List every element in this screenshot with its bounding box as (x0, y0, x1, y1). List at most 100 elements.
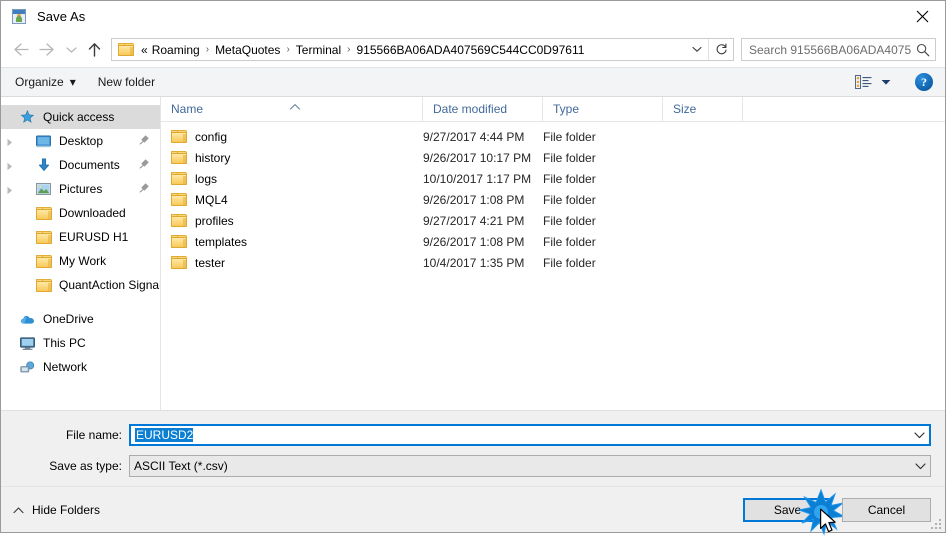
folder-icon (35, 205, 52, 221)
breadcrumb-item-1[interactable]: MetaQuotes (212, 43, 283, 57)
expander-icon[interactable] (6, 136, 16, 147)
file-name-label: history (195, 150, 231, 165)
breadcrumb-item-2[interactable]: Terminal (293, 43, 344, 57)
file-name-cell: MQL4 (161, 193, 423, 207)
save-as-type-dropdown-button[interactable] (910, 462, 930, 470)
hide-folders-button[interactable]: Hide Folders (13, 503, 100, 517)
sidebar-item-label: This PC (43, 336, 86, 350)
desktop-monitor-icon (35, 133, 52, 149)
search-box[interactable]: Search 915566BA06ADA40756... (741, 38, 936, 61)
new-folder-button[interactable]: New folder (98, 75, 155, 89)
sidebar-item-label: Pictures (59, 182, 103, 196)
table-row[interactable]: tester 10/4/2017 1:35 PM File folder (161, 252, 945, 273)
table-row[interactable]: logs 10/10/2017 1:17 PM File folder (161, 168, 945, 189)
file-name-label: tester (195, 255, 226, 270)
pin-icon[interactable] (139, 134, 150, 148)
file-type-cell: File folder (543, 150, 596, 165)
column-header-label: Name (171, 101, 204, 116)
sidebar-item-documents[interactable]: Documents (1, 153, 160, 177)
new-folder-label: New folder (97, 75, 156, 89)
back-button[interactable] (7, 37, 34, 63)
table-row[interactable]: history 9/26/2017 10:17 PM File folder (161, 147, 945, 168)
pin-icon[interactable] (139, 158, 150, 172)
documents-download-icon (35, 157, 52, 173)
organize-label: Organize (15, 75, 64, 89)
file-name-input[interactable]: EURUSD2 (129, 424, 931, 446)
save-as-type-label: Save as type: (49, 459, 122, 473)
folder-icon (171, 214, 187, 227)
sidebar-item-this-pc[interactable]: This PC (1, 331, 160, 355)
sidebar-item-eurusd-h1[interactable]: EURUSD H1 (1, 225, 160, 249)
file-date-cell: 9/27/2017 4:21 PM (423, 213, 525, 228)
column-header-name[interactable]: Name (161, 96, 423, 122)
file-name-dropdown-button[interactable] (909, 431, 929, 439)
search-input[interactable]: Search 915566BA06ADA40756... (742, 43, 911, 57)
address-dropdown-button[interactable] (686, 39, 708, 60)
sidebar-item-onedrive[interactable]: OneDrive (1, 307, 160, 331)
sidebar-item-label: Quick access (43, 110, 115, 124)
file-date-cell: 9/26/2017 1:08 PM (423, 192, 525, 207)
expander-icon[interactable] (6, 160, 16, 171)
refresh-button[interactable] (708, 39, 733, 60)
sidebar-item-quick-access[interactable]: Quick access (1, 105, 160, 129)
up-button[interactable] (81, 37, 108, 63)
forward-button[interactable] (34, 37, 61, 63)
save-button-label: Save (773, 502, 802, 517)
view-layout-icon[interactable] (853, 74, 873, 90)
network-icon (19, 359, 36, 375)
cancel-button[interactable]: Cancel (842, 497, 931, 522)
toolbar: Organize ▾ New folder ? (1, 67, 945, 97)
column-header-date-modified[interactable]: Date modified (423, 96, 543, 122)
breadcrumb: « Roaming › MetaQuotes › Terminal › 9155… (139, 43, 686, 57)
file-name-label: File name: (65, 428, 122, 442)
table-row[interactable]: templates 9/26/2017 1:08 PM File folder (161, 231, 945, 252)
breadcrumb-item-3[interactable]: 915566BA06ADA407569C544CC0D97611 (353, 43, 587, 57)
folder-icon (171, 256, 187, 269)
breadcrumb-overflow[interactable]: « (141, 43, 148, 57)
sidebar-item-my-work[interactable]: My Work (1, 249, 160, 273)
resize-grip[interactable] (929, 517, 941, 529)
file-date-cell: 10/4/2017 1:35 PM (423, 255, 525, 270)
this-pc-monitor-icon (19, 335, 36, 351)
file-type-cell: File folder (543, 192, 596, 207)
pin-icon[interactable] (139, 182, 150, 196)
sidebar-item-desktop[interactable]: Desktop (1, 129, 160, 153)
back-arrow-icon (14, 43, 29, 56)
file-type-cell: File folder (543, 171, 596, 186)
breadcrumb-item-0[interactable]: Roaming (149, 43, 203, 57)
sort-ascending-icon (289, 97, 301, 120)
sidebar-item-downloaded[interactable]: Downloaded (1, 201, 160, 225)
recent-locations-button[interactable] (61, 37, 81, 63)
column-header-type[interactable]: Type (543, 96, 663, 122)
column-header-size[interactable]: Size (663, 96, 743, 122)
sidebar-item-pictures[interactable]: Pictures (1, 177, 160, 201)
folder-icon (171, 172, 187, 185)
folder-icon (171, 130, 187, 143)
save-button[interactable]: Save (743, 488, 846, 536)
sidebar-item-network[interactable]: Network (1, 355, 160, 379)
save-form: File name: EURUSD2 Save as type: ASCII T… (1, 410, 945, 486)
folder-icon (171, 193, 187, 206)
table-row[interactable]: MQL4 9/26/2017 1:08 PM File folder (161, 189, 945, 210)
dialog-body: Quick access Desktop Documents Pictures … (1, 96, 945, 410)
file-type-cell: File folder (543, 129, 596, 144)
onedrive-cloud-icon (19, 311, 36, 327)
view-dropdown-button[interactable] (881, 75, 891, 89)
file-name-cell: history (161, 151, 423, 165)
file-name-cell: tester (161, 256, 423, 270)
sidebar-item-quantaction-signal[interactable]: QuantAction Signal (1, 273, 160, 297)
table-row[interactable]: config 9/27/2017 4:44 PM File folder (161, 126, 945, 147)
table-row[interactable]: profiles 9/27/2017 4:21 PM File folder (161, 210, 945, 231)
sidebar-item-label: Downloaded (59, 206, 126, 220)
help-button[interactable]: ? (915, 73, 933, 91)
save-as-type-select[interactable]: ASCII Text (*.csv) (129, 455, 931, 477)
expander-icon[interactable] (6, 184, 16, 195)
address-bar[interactable]: « Roaming › MetaQuotes › Terminal › 9155… (111, 38, 734, 61)
file-date-cell: 10/10/2017 1:17 PM (423, 171, 532, 186)
address-folder-icon (118, 43, 134, 56)
file-name-cell: profiles (161, 214, 423, 228)
file-date-cell: 9/26/2017 1:08 PM (423, 234, 525, 249)
sidebar-item-label: EURUSD H1 (59, 230, 129, 244)
organize-button[interactable]: Organize ▾ (15, 75, 76, 89)
close-button[interactable] (899, 1, 945, 31)
